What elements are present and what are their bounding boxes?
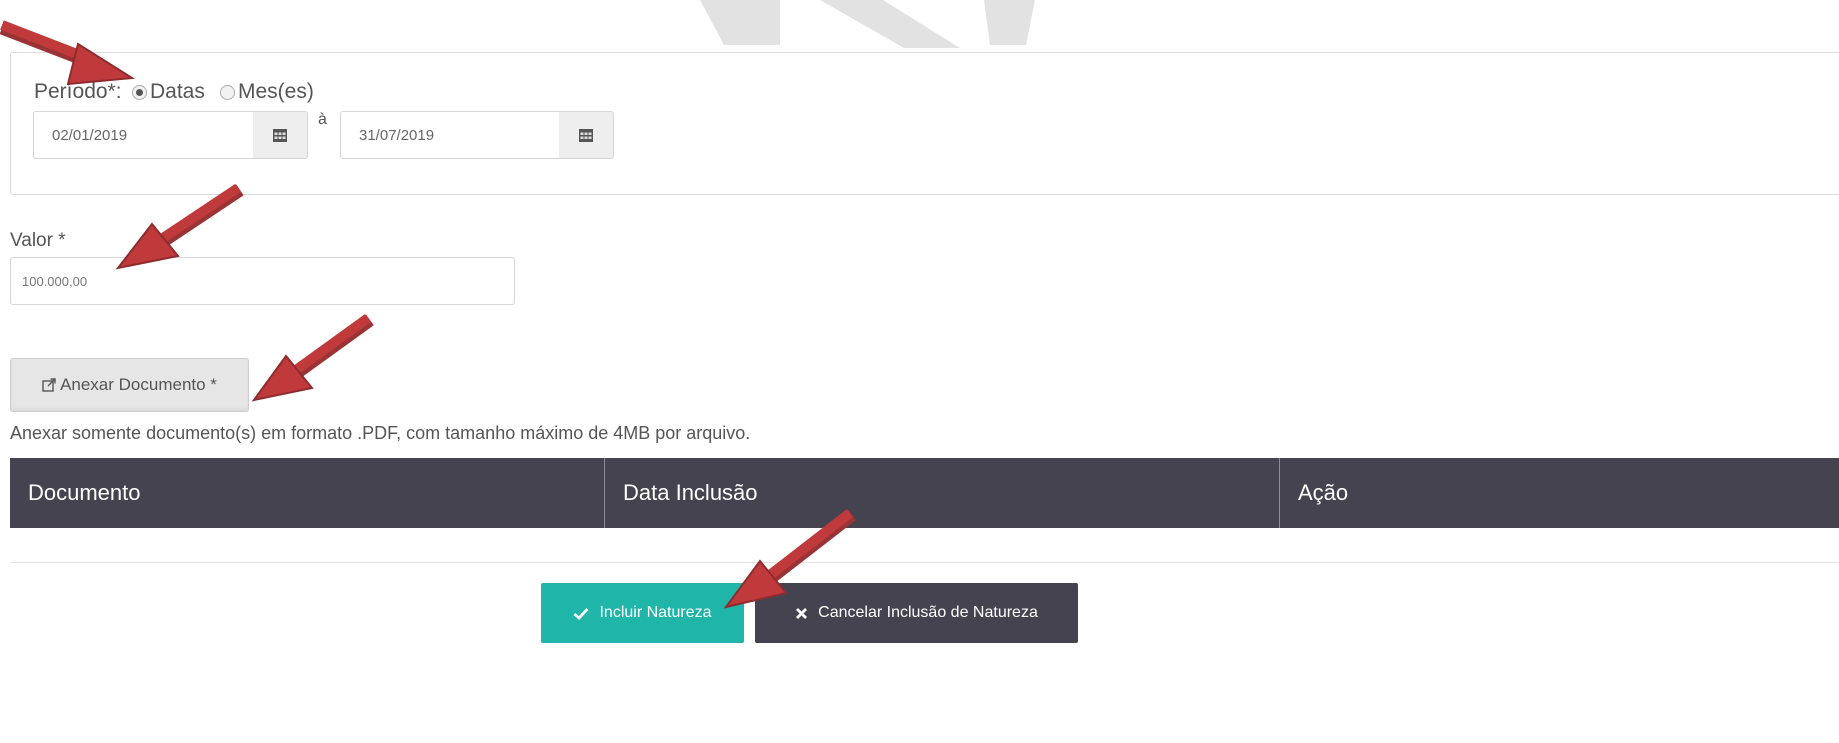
documents-table-header: Documento Data Inclusão Ação	[10, 458, 1839, 528]
column-header-documento: Documento	[28, 480, 141, 505]
column-header-acao: Ação	[1279, 458, 1839, 528]
radio-datas-label: Datas	[150, 80, 205, 103]
start-date-input[interactable]: 02/01/2019	[33, 111, 254, 159]
anexar-documento-button[interactable]: Anexar Documento *	[10, 358, 249, 412]
radio-icon[interactable]	[220, 84, 235, 100]
annotation-arrow-icon	[0, 20, 136, 86]
watermark-shape	[700, 0, 780, 45]
incluir-natureza-label: Incluir Natureza	[599, 604, 712, 621]
calendar-icon	[273, 128, 287, 142]
check-icon	[573, 607, 589, 620]
watermark-shape	[820, 0, 960, 48]
incluir-natureza-button[interactable]: Incluir Natureza	[541, 583, 744, 643]
radio-meses-label: Mes(es)	[238, 80, 314, 103]
column-header-data-inclusao: Data Inclusão	[604, 458, 1279, 528]
anexar-documento-label: Anexar Documento *	[60, 375, 217, 394]
date-separator: à	[318, 111, 327, 128]
start-date-calendar-button[interactable]	[253, 111, 308, 159]
annotation-arrow-icon	[723, 509, 856, 609]
watermark-shape	[984, 0, 1035, 45]
divider	[10, 562, 1839, 563]
calendar-icon	[579, 128, 593, 142]
valor-label: Valor *	[10, 230, 66, 251]
end-date-calendar-button[interactable]	[559, 111, 614, 159]
radio-meses[interactable]: Mes(es)	[214, 80, 314, 104]
annotation-arrow-icon	[251, 313, 374, 402]
valor-input[interactable]: 100.000,00	[10, 257, 515, 305]
anexar-hint: Anexar somente documento(s) em formato .…	[10, 423, 751, 443]
end-date-input[interactable]: 31/07/2019	[340, 111, 560, 159]
annotation-arrow-icon	[115, 183, 244, 270]
external-link-icon	[42, 378, 56, 392]
